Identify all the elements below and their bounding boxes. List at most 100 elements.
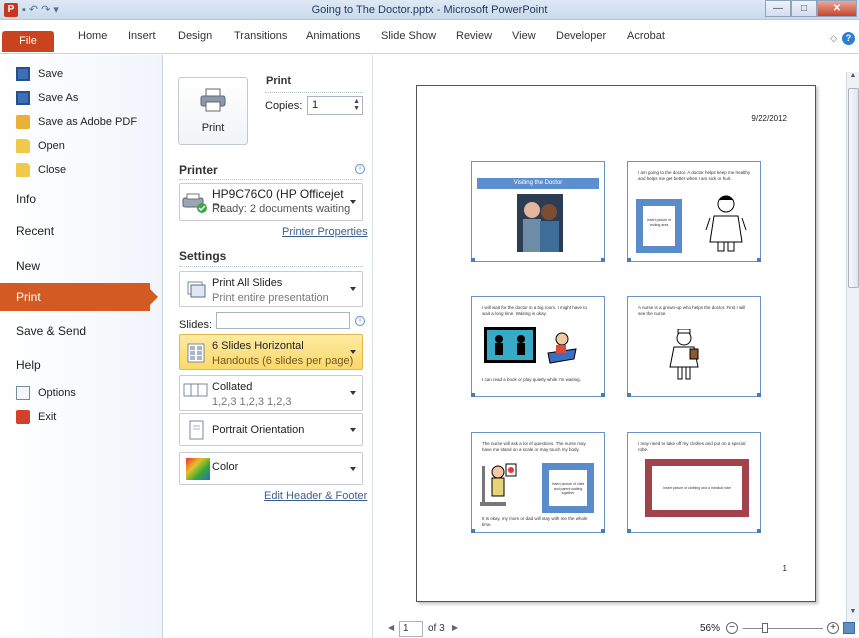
maximize-button[interactable]: □ — [791, 0, 817, 17]
slide-2-placeholder-text: Insert picture of visiting area — [643, 206, 675, 246]
divider — [179, 266, 363, 267]
zoom-slider-thumb[interactable] — [762, 623, 768, 633]
slide-corner-handle — [757, 529, 761, 533]
layout-subtitle: Handouts (6 slides per page) — [212, 355, 354, 367]
nav-help[interactable]: Help — [16, 358, 41, 372]
help-icon[interactable]: ? — [842, 32, 855, 45]
next-page-icon[interactable]: ▶ — [452, 623, 458, 632]
slide-4-text: A nurse is a grown-up who helps the doct… — [638, 305, 746, 316]
slide-corner-handle — [601, 529, 605, 533]
slide-corner-handle — [627, 393, 631, 397]
color-dropdown[interactable]: Color — [179, 452, 363, 485]
tab-view[interactable]: View — [512, 30, 536, 42]
slide-5-picture-placeholder: Insert picture of child and parent waiti… — [542, 463, 594, 513]
zoom-percent[interactable]: 56% — [700, 623, 720, 634]
slide-3-bottom-text: I can read a book or play quietly while … — [482, 377, 581, 382]
tab-acrobat[interactable]: Acrobat — [627, 30, 665, 42]
slide-thumbnail-2: I am going to the doctor. A doctor helps… — [627, 161, 761, 262]
collation-dropdown[interactable]: Collated 1,2,3 1,2,3 1,2,3 — [179, 375, 363, 411]
tab-developer[interactable]: Developer — [556, 30, 606, 42]
print-range-dropdown[interactable]: Print All Slides Print entire presentati… — [179, 271, 363, 307]
copies-label: Copies: — [265, 100, 303, 112]
nav-print[interactable]: Print — [0, 283, 158, 311]
nav-new[interactable]: New — [16, 259, 40, 273]
nav-save-label: Save — [38, 68, 64, 80]
nav-save[interactable]: Save — [16, 65, 63, 83]
chevron-down-icon — [350, 466, 356, 471]
chevron-down-icon — [350, 350, 356, 354]
zoom-slider-track[interactable] — [743, 628, 823, 629]
tab-file[interactable]: File — [2, 31, 54, 52]
chevron-down-icon — [350, 391, 356, 395]
chevron-down-icon — [350, 200, 356, 204]
orientation-label: Portrait Orientation — [212, 424, 305, 436]
orientation-dropdown[interactable]: Portrait Orientation — [179, 413, 363, 446]
edit-header-footer-link[interactable]: Edit Header & Footer — [264, 490, 367, 502]
close-window-button[interactable]: ✕ — [817, 0, 857, 17]
preview-scrollbar[interactable]: ▲ ▼ — [846, 72, 859, 622]
nav-save-send[interactable]: Save & Send — [16, 324, 86, 338]
previous-page-icon[interactable]: ◀ — [388, 623, 394, 632]
printer-properties-link[interactable]: Printer Properties — [282, 226, 368, 238]
window-title: Going to The Doctor.pptx - Microsoft Pow… — [311, 4, 548, 16]
printer-header: Printer — [179, 163, 218, 177]
tab-insert[interactable]: Insert — [128, 30, 156, 42]
scale-clipart-icon — [480, 463, 517, 506]
doctor-clipart-icon — [705, 195, 747, 252]
window-controls: — □ ✕ — [765, 0, 857, 18]
zoom-out-button[interactable]: − — [726, 622, 738, 634]
copies-spinner-icon[interactable]: ▲ ▼ — [353, 98, 360, 112]
printer-dropdown[interactable]: HP9C76C0 (HP Officejet Pr... Ready: 2 do… — [179, 183, 363, 221]
slide-1-title: Visiting the Doctor — [477, 178, 599, 189]
close-folder-icon — [16, 163, 30, 177]
info-icon[interactable]: i — [355, 316, 365, 326]
minimize-button[interactable]: — — [765, 0, 791, 17]
slide-5-text: The nurse will ask a lot of questions. T… — [482, 441, 586, 452]
color-swatch-icon — [186, 458, 210, 480]
nav-options[interactable]: Options — [16, 384, 76, 402]
collation-subtitle: 1,2,3 1,2,3 1,2,3 — [212, 396, 292, 408]
tab-review[interactable]: Review — [456, 30, 492, 42]
slide-corner-handle — [627, 258, 631, 262]
tab-transitions[interactable]: Transitions — [234, 30, 287, 42]
nav-exit[interactable]: Exit — [16, 408, 56, 426]
slide-5-bottom-text: It is okay, my mom or dad will stay with… — [482, 516, 588, 527]
scrollbar-thumb[interactable] — [848, 88, 859, 288]
slide-6-picture-placeholder: Insert picture of clothing and a medical… — [645, 459, 749, 517]
copies-input[interactable]: 1 ▲ ▼ — [307, 96, 363, 115]
print-button-label: Print — [201, 122, 225, 134]
nav-save-as[interactable]: Save As — [16, 89, 78, 107]
settings-header: Settings — [179, 249, 227, 263]
current-page-input[interactable]: 1 — [399, 621, 423, 637]
slides-input[interactable] — [216, 312, 350, 329]
nav-open[interactable]: Open — [16, 137, 65, 155]
slide-corner-handle — [627, 529, 631, 533]
tab-design[interactable]: Design — [178, 30, 212, 42]
minimize-ribbon-icon[interactable]: ◇ — [830, 33, 837, 44]
title-bar: P ▪↶↷▾ Going to The Doctor.pptx - Micros… — [0, 0, 859, 20]
slide-thumbnail-4: A nurse is a grown-up who helps the doct… — [627, 296, 761, 397]
tab-home[interactable]: Home — [78, 30, 107, 42]
fit-to-window-icon[interactable] — [843, 622, 855, 634]
handout-layout-icon — [187, 343, 205, 363]
nav-recent[interactable]: Recent — [16, 224, 54, 238]
scroll-up-icon[interactable]: ▲ — [847, 72, 859, 86]
layout-dropdown[interactable]: 6 Slides Horizontal Handouts (6 slides p… — [179, 334, 363, 370]
info-icon[interactable]: i — [355, 164, 365, 174]
tab-animations[interactable]: Animations — [306, 30, 360, 42]
slide-corner-handle — [471, 258, 475, 262]
child-reading-clipart-icon — [547, 332, 577, 364]
printer-icon — [200, 88, 226, 112]
options-icon — [16, 386, 30, 400]
print-button[interactable]: Print — [178, 77, 248, 145]
nav-close-label: Close — [38, 164, 67, 176]
nav-info[interactable]: Info — [16, 192, 36, 206]
nav-close[interactable]: Close — [16, 161, 66, 179]
tab-slide-show[interactable]: Slide Show — [381, 30, 436, 42]
zoom-in-button[interactable]: + — [827, 622, 839, 634]
print-preview-area: 9/22/2012 Visiting the Doctor I am going… — [374, 55, 846, 638]
print-range-title: Print All Slides — [212, 277, 283, 289]
chevron-down-icon — [350, 287, 356, 291]
nav-open-label: Open — [38, 140, 65, 152]
nav-save-adobe-pdf[interactable]: Save as Adobe PDF — [16, 113, 137, 131]
